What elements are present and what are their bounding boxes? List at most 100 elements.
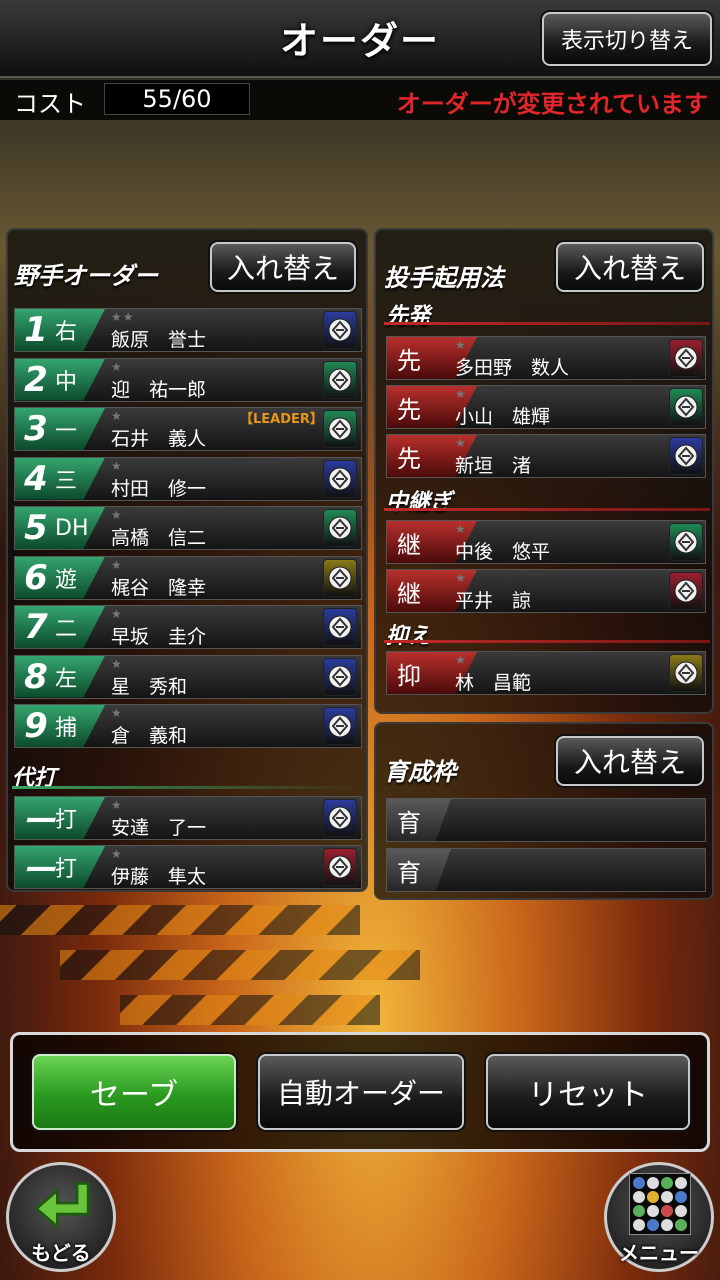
glove-badge-icon [323,360,357,399]
closer-divider [384,640,710,643]
position-label: 打 [55,808,78,833]
player-name: 飯原 誉士 [111,329,207,351]
glove-badge-icon [669,523,703,561]
rarity-stars: ★ [111,409,123,423]
player-name: 平井 諒 [455,590,532,612]
order-tag: 3 一 [15,408,105,450]
pitcher-swap-button[interactable]: 入れ替え [556,242,704,292]
training-slot[interactable]: 育 [386,848,706,892]
fielder-row[interactable]: 5 DH ★ 高橋 信二 [14,506,362,550]
glove-badge-icon [323,608,357,646]
rarity-stars: ★ [111,508,123,522]
glove-badge-icon [323,799,357,837]
fielder-row[interactable]: 8 左 ★ 星 秀和 [14,654,362,699]
header-bar: オーダー 表示切り替え [0,0,720,78]
glove-badge-icon [323,459,357,498]
player-name: 迎 祐一郎 [111,378,207,401]
position-label: 右 [55,320,78,345]
menu-label: メニュー [619,1241,699,1265]
rarity-stars: ★ [111,359,123,374]
display-toggle-button[interactable]: 表示切り替え [542,12,712,66]
training-tag: 育 [387,849,451,891]
training-swap-button[interactable]: 入れ替え [556,736,704,786]
fielder-row[interactable]: 1 右 ★★ 飯原 誉士 [14,308,362,352]
fielder-row[interactable]: 7 二 ★ 早坂 圭介 [14,605,362,649]
pitcher-usage-title: 投手起用法 [384,264,504,292]
rarity-stars: ★ [455,522,467,536]
glove-badge-icon [323,848,357,886]
glove-badge-icon [669,339,703,377]
player-name: 小山 雄輝 [455,406,551,428]
fielder-swap-button[interactable]: 入れ替え [210,242,356,292]
position-label: 遊 [55,567,78,593]
reset-button[interactable]: リセット [486,1054,690,1130]
player-name: 村田 修一 [111,477,207,500]
training-label: 育 [397,808,421,837]
player-name: 新垣 渚 [455,455,532,477]
rarity-stars: ★ [455,387,467,401]
role-label: 先 [397,395,421,424]
back-arrow-icon [34,1182,90,1230]
training-slot[interactable]: 育 [386,798,706,842]
player-name: 高橋 信二 [111,527,207,549]
rarity-stars: ★ [111,607,123,621]
back-label: もどる [31,1241,91,1265]
position-label: 左 [55,666,78,692]
training-label: 育 [397,858,421,887]
fielder-row[interactable]: 3 一 ★ 【LEADER】 石井 義人 [14,407,362,451]
fielder-row[interactable]: 4 三 ★ 村田 修一 [14,456,362,501]
auto-order-button[interactable]: 自動オーダー [258,1054,464,1130]
pitcher-row[interactable]: 先 ★ 多田野 数人 [386,336,706,380]
rarity-stars: ★★ [111,310,135,324]
rarity-stars: ★ [455,338,467,352]
rarity-stars: ★ [455,571,467,585]
chevron-stripe [0,905,360,935]
leader-badge: 【LEADER】 [240,412,323,427]
rarity-stars: ★ [111,458,123,473]
position-label: 三 [55,468,78,494]
batting-number: 6 [24,557,48,598]
training-title: 育成枠 [384,758,456,786]
fielder-row[interactable]: ー 打 ★ 安達 了一 [14,796,362,840]
fielder-row[interactable]: 9 捕 ★ 倉 義和 [14,704,362,748]
glove-badge-icon [323,311,357,349]
player-name: 倉 義和 [111,725,188,747]
pitcher-row[interactable]: 抑 ★ 林 昌範 [386,651,706,695]
rarity-stars: ★ [111,706,123,720]
menu-button[interactable]: メニュー [604,1162,714,1272]
order-tag: 5 DH [15,507,105,549]
batting-number: 4 [24,458,48,499]
player-name: 林 昌範 [455,672,532,694]
batting-number: 5 [24,508,48,548]
closer-title: 抑え [386,624,431,649]
menu-grid-icon [629,1173,691,1235]
chevron-stripe [120,995,380,1025]
player-name: 伊藤 隼太 [111,866,207,888]
order-tag: ー 打 [15,797,105,839]
rarity-stars: ★ [111,798,123,812]
batting-number: ー [21,801,55,842]
fielder-row[interactable]: 2 中 ★ 迎 祐一郎 [14,357,362,402]
player-name: 中後 悠平 [455,541,551,563]
fielder-row[interactable]: 6 遊 ★ 梶谷 隆幸 [14,555,362,600]
role-label: 抑 [397,661,421,690]
rarity-stars: ★ [111,557,123,572]
batting-number: 3 [24,409,48,449]
pitcher-row[interactable]: 先 ★ 新垣 渚 [386,434,706,478]
position-label: 一 [55,419,78,444]
player-name: 石井 義人 [111,428,207,450]
fielder-row[interactable]: ー 打 ★ 伊藤 隼太 [14,845,362,889]
role-label: 継 [397,579,421,608]
pinch-hitter-divider [12,786,362,789]
batting-number: 7 [24,607,48,647]
glove-badge-icon [323,558,357,597]
pitcher-row[interactable]: 継 ★ 中後 悠平 [386,520,706,564]
save-button[interactable]: セーブ [32,1054,236,1130]
back-button[interactable]: もどる [6,1162,116,1272]
rarity-stars: ★ [111,656,123,671]
rarity-stars: ★ [455,436,467,450]
pitcher-row[interactable]: 先 ★ 小山 雄輝 [386,385,706,429]
cost-label: コスト [14,90,86,118]
order-tag: 7 二 [15,606,105,648]
pitcher-row[interactable]: 継 ★ 平井 諒 [386,569,706,613]
